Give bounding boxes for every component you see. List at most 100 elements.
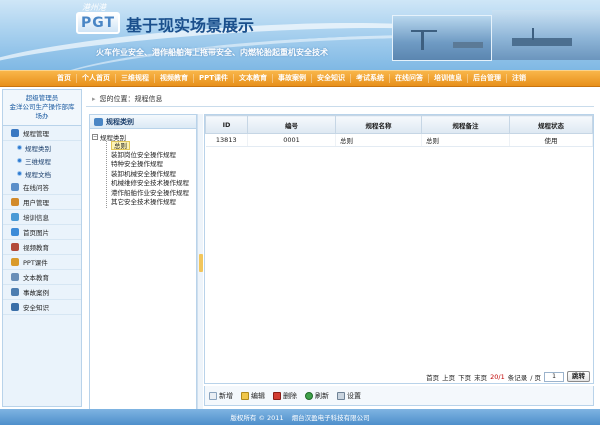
tree-node[interactable]: 装卸机械安全操作规程 [111, 170, 194, 180]
tree-node[interactable]: 装卸岗位安全操作规程 [111, 151, 194, 161]
column-header-name[interactable]: 规程名称 [335, 115, 422, 134]
welcome-company: 金洋公司生产操作部库 [9, 103, 75, 111]
menu-icon [11, 303, 19, 311]
settings-button[interactable]: 设置 [337, 391, 361, 401]
table-row[interactable]: 13813 0001 总则 总则 使用 [205, 133, 593, 147]
splitter-grip-icon[interactable] [199, 254, 203, 272]
nav-item[interactable]: 注销 [507, 74, 531, 83]
nav-item[interactable]: 考试系统 [351, 74, 391, 83]
cell-name: 总则 [335, 133, 422, 147]
column-header-id[interactable]: ID [205, 115, 248, 134]
nav-item[interactable]: PPT课件 [194, 74, 235, 83]
sidebar-item-label: 在线问答 [23, 184, 49, 192]
tree-node[interactable]: 特种安全操作规程 [111, 160, 194, 170]
nav-item[interactable]: 首页 [52, 74, 77, 83]
bullet-icon [17, 171, 22, 176]
welcome-role: 超级管理员 [25, 94, 59, 102]
refresh-label: 刷新 [315, 391, 329, 400]
menu-icon [11, 183, 19, 191]
sidebar-item-regulation-management[interactable]: 规程管理 [3, 126, 81, 141]
sidebar-item-label: PPT课件 [23, 259, 48, 267]
record-count: 20/1 [490, 372, 505, 381]
breadcrumb-prefix: 您的位置： [99, 94, 135, 103]
sidebar-item-label: 首页图片 [23, 229, 49, 237]
tree-node[interactable]: 机械维修安全技术操作规程 [111, 179, 194, 189]
banner-subtitle: 火车作业安全、港作船舶海上拖带安全、内燃轮胎起重机安全技术 [96, 48, 328, 57]
breadcrumb-current: 规程信息 [134, 94, 163, 103]
tree-header-label: 规程类别 [106, 117, 134, 126]
sidebar-item[interactable]: 安全知识 [3, 300, 81, 315]
nav-item[interactable]: 安全知识 [312, 74, 352, 83]
tree-node[interactable]: 港作船舶作业安全操作规程 [111, 189, 194, 199]
nav-item[interactable]: 培训信息 [429, 74, 469, 83]
menu-icon [11, 198, 19, 206]
sidebar-item[interactable]: 培训信息 [3, 210, 81, 225]
tree-node[interactable]: 其它安全技术操作规程 [111, 198, 194, 208]
sidebar-submenu: 规程类别 三维规程 规程文档 [3, 141, 81, 180]
sidebar-item[interactable]: 首页图片 [3, 225, 81, 240]
main-nav: 首页 个人首页 三维规程 视频教育 PPT课件 文本教育 事故案例 安全知识 考试系统 在线问答培… [0, 70, 600, 87]
welcome-box: 超级管理员 金洋公司生产操作部库 场办 [3, 90, 81, 126]
ship-photo [492, 10, 600, 60]
nav-item[interactable]: 个人首页 [77, 74, 116, 83]
nav-item[interactable]: 视频教育 [155, 74, 194, 83]
sidebar-item[interactable]: 文本教育 [3, 270, 81, 285]
sidebar: 超级管理员 金洋公司生产操作部库 场办 规程管理 规程类别 三维规程 规程文档 … [2, 89, 82, 407]
column-header-status[interactable]: 规程状态 [509, 115, 593, 134]
grid-toolbar: 新增 编辑 删除 刷新 设置 [204, 386, 594, 406]
tree-root-label: 规程类别 [100, 133, 126, 142]
regulation-grid: ID 编号 规程名称 规程备注 规程状态 13813 0001 总则 总则 使用 [204, 114, 594, 384]
category-tree-panel: 规程类别 − 规程类别 总则 装卸岗位安全操作规程 特种安全操作规程 装卸机械安全操… [89, 114, 197, 410]
tree-root[interactable]: − 规程类别 [92, 132, 194, 142]
add-label: 新增 [219, 391, 233, 400]
nav-item[interactable]: 事故案例 [273, 74, 313, 83]
sidebar-item-label: 规程管理 [23, 130, 49, 138]
collapse-icon[interactable]: − [92, 133, 98, 140]
sidebar-item-label: 文本教育 [23, 274, 49, 282]
cell-status: 使用 [509, 133, 593, 147]
menu-icon [11, 273, 19, 281]
pager-first[interactable]: 首页 [426, 372, 439, 382]
footer: 版权所有 © 2011 烟台汉盈电子科技有限公司 [0, 409, 600, 425]
sidebar-item-label: 培训信息 [23, 214, 49, 222]
logo: PGT [76, 12, 120, 34]
pager: 首页 上页 下页 末页 20/1 条记录 / 页 1 跳转 [204, 369, 594, 384]
sidebar-subitem-label: 三维规程 [25, 157, 51, 166]
add-button[interactable]: 新增 [209, 391, 233, 401]
nav-item[interactable]: 在线问答 [390, 74, 430, 83]
menu-icon [11, 228, 19, 236]
go-button[interactable]: 跳转 [567, 371, 590, 382]
column-header-remark[interactable]: 规程备注 [421, 115, 510, 134]
sidebar-subitem-docs[interactable]: 规程文档 [17, 167, 81, 180]
sidebar-item[interactable]: PPT课件 [3, 255, 81, 270]
refresh-button[interactable]: 刷新 [305, 391, 329, 401]
sidebar-subitem-label: 规程类别 [25, 144, 51, 153]
nav-item[interactable]: 后台管理 [468, 74, 508, 83]
sidebar-item[interactable]: 视频教育 [3, 240, 81, 255]
sidebar-item[interactable]: 在线问答 [3, 180, 81, 195]
nav-item[interactable]: 三维规程 [116, 74, 155, 83]
pager-next[interactable]: 下页 [458, 372, 471, 382]
sidebar-item-label: 用户管理 [23, 199, 49, 207]
pager-last[interactable]: 末页 [474, 372, 487, 382]
delete-button[interactable]: 删除 [273, 391, 297, 401]
sidebar-subitem-3d[interactable]: 三维规程 [17, 154, 81, 167]
sidebar-item[interactable]: 事故案例 [3, 285, 81, 300]
cell-remark: 总则 [421, 133, 510, 147]
sidebar-subitem-category[interactable]: 规程类别 [17, 141, 81, 154]
sidebar-item[interactable]: 用户管理 [3, 195, 81, 210]
panel-splitter[interactable] [197, 114, 203, 410]
page-input[interactable]: 1 [544, 371, 564, 382]
edit-button[interactable]: 编辑 [241, 391, 265, 401]
pager-prev[interactable]: 上页 [442, 372, 455, 382]
menu-icon [11, 258, 19, 266]
column-header-code[interactable]: 编号 [247, 115, 336, 134]
tree-node-selected[interactable]: 总则 [111, 141, 130, 150]
bullet-icon [17, 158, 22, 163]
settings-icon [337, 391, 345, 400]
record-count-suffix: 条记录 [507, 373, 528, 382]
nav-item[interactable]: 文本教育 [234, 74, 274, 83]
edit-label: 编辑 [251, 391, 265, 400]
sidebar-item-label: 事故案例 [23, 289, 49, 297]
tree-header: 规程类别 [90, 115, 196, 129]
